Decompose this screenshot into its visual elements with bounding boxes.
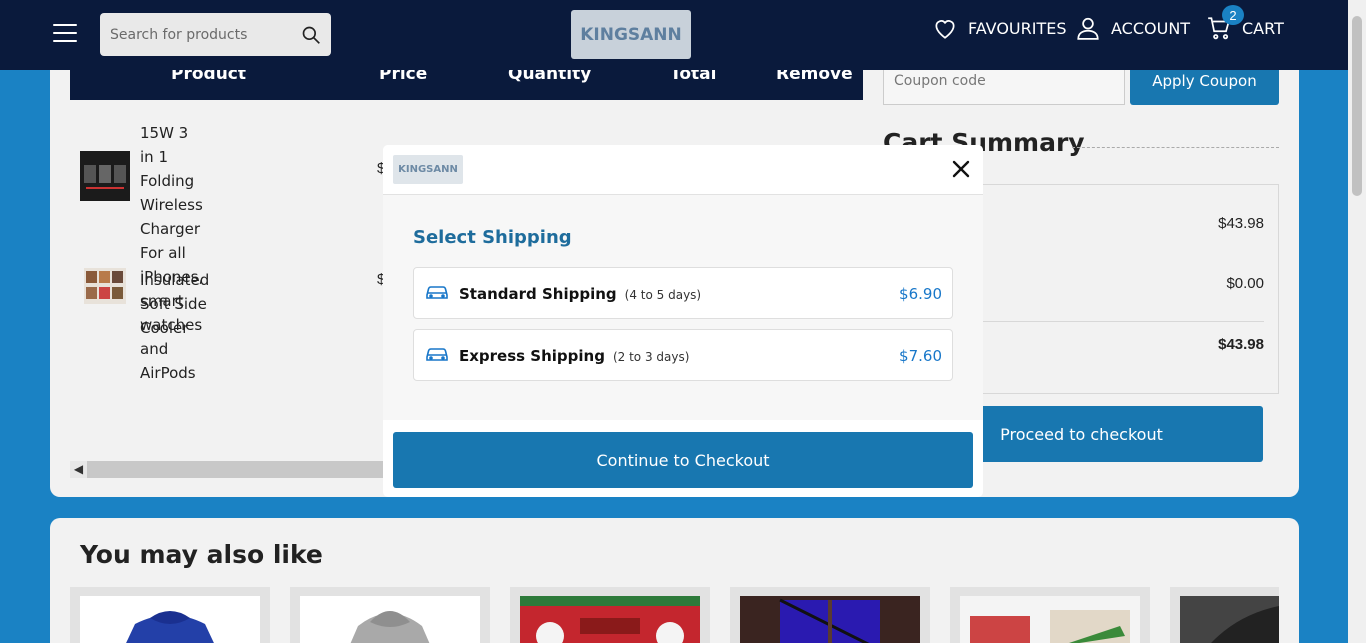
cart-label: CART [1242,18,1284,38]
product-thumbnail[interactable] [84,268,126,304]
shipping-price: $7.60 [899,347,942,365]
product-title-line: Wireless Charger For all [140,196,203,262]
product-title-line: 15W 3 in 1 Folding [140,124,195,190]
product-title-line: and AirPods [140,340,196,382]
site-logo[interactable]: KINGSANN [571,10,691,59]
shipping-days: (2 to 3 days) [612,350,690,364]
vertical-scrollbar[interactable] [1348,0,1366,643]
cart-link[interactable]: CART [1206,14,1284,42]
modal-body: Select Shipping Standard Shipping (4 to 5… [383,195,983,420]
product-image [1180,596,1279,643]
shipping-modal: KINGSANN Select Shipping Standard Shippi… [383,145,983,497]
scrollbar-thumb[interactable] [1352,16,1362,196]
divider [1072,147,1279,148]
continue-to-checkout-button[interactable]: Continue to Checkout [393,432,973,488]
shipping-option-standard[interactable]: Standard Shipping (4 to 5 days) $6.90 [413,267,953,319]
product-image [300,596,480,643]
product-card[interactable] [730,587,930,643]
logo-text: KINGSANN [580,24,682,45]
product-image [740,596,920,643]
heart-icon [935,20,955,39]
shipping-option-express[interactable]: Express Shipping (2 to 3 days) $7.60 [413,329,953,381]
subtotal-value: $43.98 [1218,215,1264,232]
product-card[interactable] [950,587,1150,643]
product-card[interactable] [1170,587,1279,643]
modal-logo-text: KINGSANN [398,164,458,175]
search-input[interactable] [100,13,295,56]
product-image [520,596,700,643]
modal-logo: KINGSANN [393,155,463,184]
search-icon[interactable] [301,25,321,45]
product-card[interactable] [70,587,270,643]
scroll-left-icon[interactable]: ◀ [70,461,87,478]
product-thumbnail[interactable] [80,151,130,201]
product-image [80,596,260,643]
shipping-name-text: Standard Shipping [459,285,617,303]
shipping-days: (4 to 5 days) [624,288,702,302]
favourites-link[interactable]: FAVOURITES [932,14,1067,42]
menu-icon[interactable] [53,24,77,42]
close-icon[interactable] [949,157,973,181]
car-icon [426,286,448,299]
search-bar [100,13,331,56]
total-value: $43.98 [1218,336,1264,353]
product-title[interactable]: 15W 3 in 1 Folding Wireless Charger For … [140,121,203,385]
shipping-value: $0.00 [1226,275,1264,292]
shipping-option-name: Express Shipping (2 to 3 days) [459,347,689,365]
product-card[interactable] [290,587,490,643]
product-title[interactable]: Insulated Soft Side Cooler [140,268,209,340]
shipping-price: $6.90 [899,285,942,303]
recommendations-title: You may also like [80,540,323,569]
product-card[interactable] [510,587,710,643]
account-label: ACCOUNT [1111,18,1191,38]
product-image [960,596,1140,643]
select-shipping-title: Select Shipping [413,227,572,248]
account-link[interactable]: ACCOUNT [1075,14,1190,42]
modal-header: KINGSANN [383,145,983,195]
car-icon [426,348,448,361]
shipping-name-text: Express Shipping [459,347,605,365]
site-header: KINGSANN FAVOURITES ACCOUNT CART 2 [0,0,1348,70]
product-title-line: Insulated Soft Side Cooler [140,271,210,337]
user-icon [1077,17,1099,40]
cart-count-badge: 2 [1222,5,1244,25]
shipping-option-name: Standard Shipping (4 to 5 days) [459,285,701,303]
table-horizontal-scrollbar[interactable]: ◀ [70,461,383,478]
favourites-label: FAVOURITES [968,18,1067,38]
